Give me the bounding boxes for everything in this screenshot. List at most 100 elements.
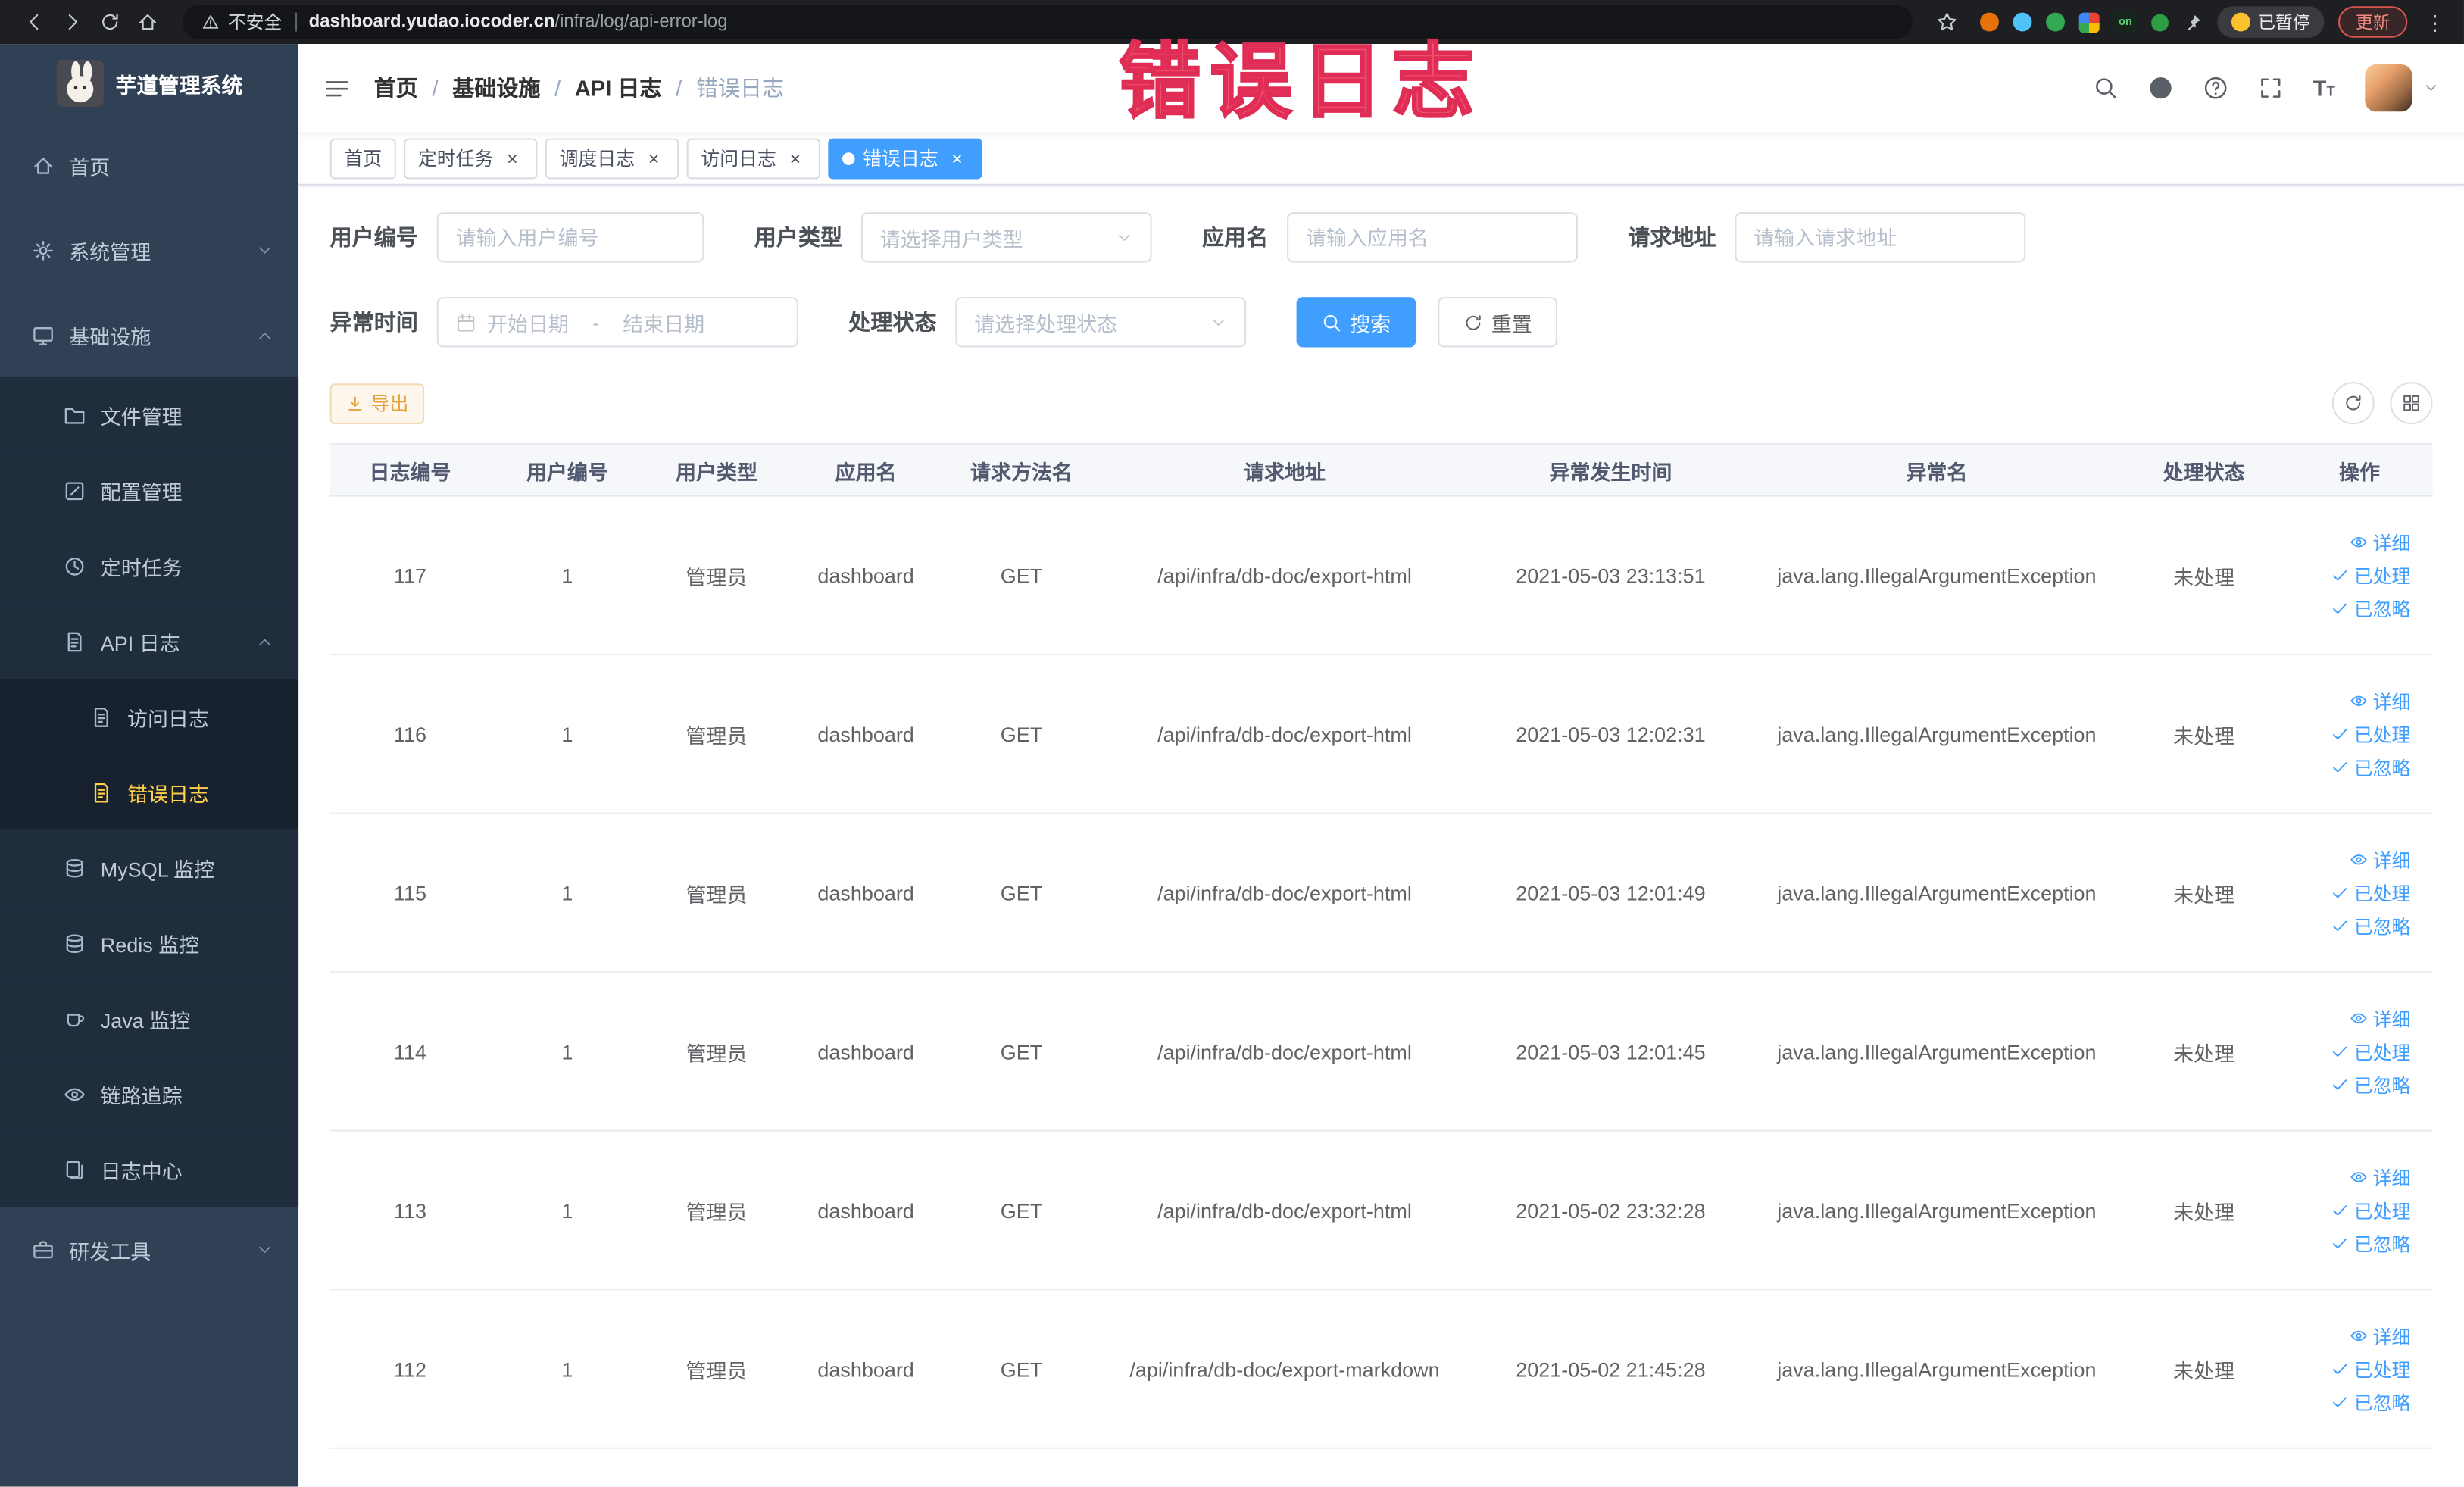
logo[interactable]: 芋道管理系统 bbox=[0, 44, 298, 123]
screen: 不安全 dashboard.yudao.iocoder.cn /infra/lo… bbox=[0, 0, 2464, 1487]
browser-menu-icon[interactable]: ⋮ bbox=[2422, 12, 2448, 33]
tab-schedule-log[interactable]: 调度日志 × bbox=[545, 137, 679, 179]
column-settings-button[interactable] bbox=[2390, 382, 2433, 425]
browser-update-button[interactable]: 更新 bbox=[2338, 6, 2408, 38]
mark-processed-link[interactable]: 已处理 bbox=[2331, 879, 2410, 906]
extension-icon[interactable] bbox=[2151, 13, 2169, 31]
sidebar-item-infrastructure[interactable]: 基础设施 bbox=[0, 292, 298, 377]
user-id-input[interactable] bbox=[436, 212, 704, 263]
search-button[interactable]: 搜索 bbox=[1296, 297, 1416, 348]
extension-icon[interactable] bbox=[1979, 12, 1999, 32]
paused-extension-badge[interactable]: 已暂停 bbox=[2217, 6, 2325, 38]
pin-extension-icon[interactable] bbox=[2183, 12, 2203, 33]
search-icon[interactable] bbox=[2093, 76, 2118, 101]
tab-timed-task[interactable]: 定时任务 × bbox=[404, 137, 538, 179]
sidebar-item-home[interactable]: 首页 bbox=[0, 123, 298, 208]
close-icon[interactable]: × bbox=[643, 147, 665, 169]
app-name-input[interactable] bbox=[1287, 212, 1578, 263]
mark-processed-link[interactable]: 已处理 bbox=[2331, 1197, 2410, 1223]
hamburger-icon[interactable] bbox=[323, 75, 350, 102]
extension-icon[interactable] bbox=[2078, 11, 2100, 33]
sidebar-item-label: Java 监控 bbox=[100, 1007, 191, 1032]
sidebar-item-java-monitor[interactable]: Java 监控 bbox=[0, 980, 299, 1057]
sidebar-item-trace[interactable]: 链路追踪 bbox=[0, 1056, 299, 1132]
detail-link[interactable]: 详细 bbox=[2349, 688, 2410, 714]
page-content: 用户编号 用户类型 请选择用户类型 应用名 bbox=[298, 186, 2464, 1487]
active-dot-icon bbox=[842, 152, 855, 164]
forward-icon[interactable] bbox=[54, 5, 92, 39]
sidebar-item-label: 定时任务 bbox=[100, 555, 183, 579]
bookmark-star-icon[interactable] bbox=[1928, 5, 1966, 39]
detail-link[interactable]: 详细 bbox=[2349, 529, 2410, 555]
request-url-input[interactable] bbox=[1735, 212, 2026, 263]
mark-ignored-link[interactable]: 已忽略 bbox=[2331, 1389, 2410, 1415]
sidebar-item-log-center[interactable]: 日志中心 bbox=[0, 1131, 299, 1207]
tab-label: 错误日志 bbox=[863, 148, 938, 170]
process-status-select[interactable]: 请选择处理状态 bbox=[955, 297, 1247, 348]
chevron-down-icon[interactable] bbox=[2423, 80, 2439, 96]
sidebar-item-file-management[interactable]: 文件管理 bbox=[0, 376, 299, 453]
github-icon[interactable] bbox=[2148, 76, 2173, 101]
reload-icon[interactable] bbox=[91, 5, 129, 39]
sidebar-item-error-log[interactable]: 错误日志 bbox=[0, 754, 299, 830]
document-icon bbox=[89, 780, 113, 804]
mark-ignored-link[interactable]: 已忽略 bbox=[2331, 912, 2410, 939]
action-label: 已忽略 bbox=[2353, 1073, 2411, 1097]
table-row: 115 1 管理员 dashboard GET /api/infra/db-do… bbox=[329, 814, 2433, 973]
sidebar-item-system-management[interactable]: 系统管理 bbox=[0, 208, 298, 292]
cell-exception-name: java.lang.IllegalArgumentException bbox=[1777, 1357, 2097, 1381]
refresh-button[interactable] bbox=[2331, 382, 2375, 425]
breadcrumb-item-infrastructure[interactable]: 基础设施 bbox=[452, 72, 540, 103]
extension-icon[interactable] bbox=[2046, 12, 2066, 32]
close-icon[interactable]: × bbox=[946, 147, 968, 169]
sidebar-item-redis-monitor[interactable]: Redis 监控 bbox=[0, 904, 299, 981]
avatar[interactable] bbox=[2365, 64, 2412, 112]
detail-link[interactable]: 详细 bbox=[2349, 1005, 2410, 1032]
mark-processed-link[interactable]: 已处理 bbox=[2331, 1038, 2410, 1064]
mark-ignored-link[interactable]: 已忽略 bbox=[2331, 754, 2410, 780]
database-icon bbox=[63, 856, 86, 879]
close-icon[interactable]: × bbox=[784, 147, 806, 169]
extension-on-badge[interactable]: on bbox=[2113, 11, 2138, 33]
back-icon[interactable] bbox=[16, 5, 54, 39]
sidebar-item-config-management[interactable]: 配置管理 bbox=[0, 452, 299, 529]
breadcrumb-item-api-log[interactable]: API 日志 bbox=[575, 72, 662, 103]
address-bar[interactable]: 不安全 dashboard.yudao.iocoder.cn /infra/lo… bbox=[182, 5, 1913, 39]
sidebar-item-timed-task[interactable]: 定时任务 bbox=[0, 528, 299, 604]
reset-button[interactable]: 重置 bbox=[1438, 297, 1557, 348]
user-type-label: 用户类型 bbox=[754, 224, 842, 250]
exception-time-range-picker[interactable]: 开始日期 - 结束日期 bbox=[436, 297, 798, 348]
cell-user-type: 管理员 bbox=[685, 882, 748, 907]
detail-link[interactable]: 详细 bbox=[2349, 846, 2410, 873]
sidebar-item-api-log[interactable]: API 日志 bbox=[0, 603, 299, 679]
home-icon[interactable] bbox=[129, 5, 167, 39]
home-icon bbox=[31, 153, 55, 177]
mark-ignored-link[interactable]: 已忽略 bbox=[2331, 595, 2410, 621]
close-icon[interactable]: × bbox=[501, 147, 523, 169]
mark-ignored-link[interactable]: 已忽略 bbox=[2331, 1229, 2410, 1256]
export-button[interactable]: 导出 bbox=[329, 383, 425, 424]
extension-icon[interactable] bbox=[2013, 12, 2032, 32]
mark-processed-link[interactable]: 已处理 bbox=[2331, 1355, 2410, 1382]
sidebar-item-dev-tools[interactable]: 研发工具 bbox=[0, 1207, 298, 1292]
tab-access-log[interactable]: 访问日志 × bbox=[686, 137, 821, 179]
tab-home[interactable]: 首页 bbox=[329, 137, 396, 179]
detail-link[interactable]: 详细 bbox=[2349, 1323, 2410, 1349]
help-icon[interactable] bbox=[2203, 76, 2228, 101]
sidebar-item-mysql-monitor[interactable]: MySQL 监控 bbox=[0, 829, 299, 905]
fullscreen-icon[interactable] bbox=[2258, 76, 2283, 101]
mark-processed-link[interactable]: 已处理 bbox=[2331, 720, 2410, 747]
cell-exception-time: 2021-05-02 23:32:28 bbox=[1516, 1198, 1706, 1223]
tab-error-log[interactable]: 错误日志 × bbox=[828, 137, 982, 179]
detail-link[interactable]: 详细 bbox=[2349, 1164, 2410, 1190]
mark-ignored-link[interactable]: 已忽略 bbox=[2331, 1071, 2411, 1098]
user-type-select[interactable]: 请选择用户类型 bbox=[860, 212, 1152, 263]
cell-user-type: 管理员 bbox=[685, 1199, 748, 1224]
column-header: 异常发生时间 bbox=[1549, 459, 1672, 483]
sidebar-item-access-log[interactable]: 访问日志 bbox=[0, 679, 299, 754]
cell-request-method: GET bbox=[1000, 1198, 1043, 1223]
font-size-icon[interactable]: TT bbox=[2313, 77, 2335, 99]
breadcrumb-item-home[interactable]: 首页 bbox=[374, 72, 418, 103]
mark-processed-link[interactable]: 已处理 bbox=[2331, 562, 2410, 589]
cell-app-name: dashboard bbox=[817, 880, 914, 904]
